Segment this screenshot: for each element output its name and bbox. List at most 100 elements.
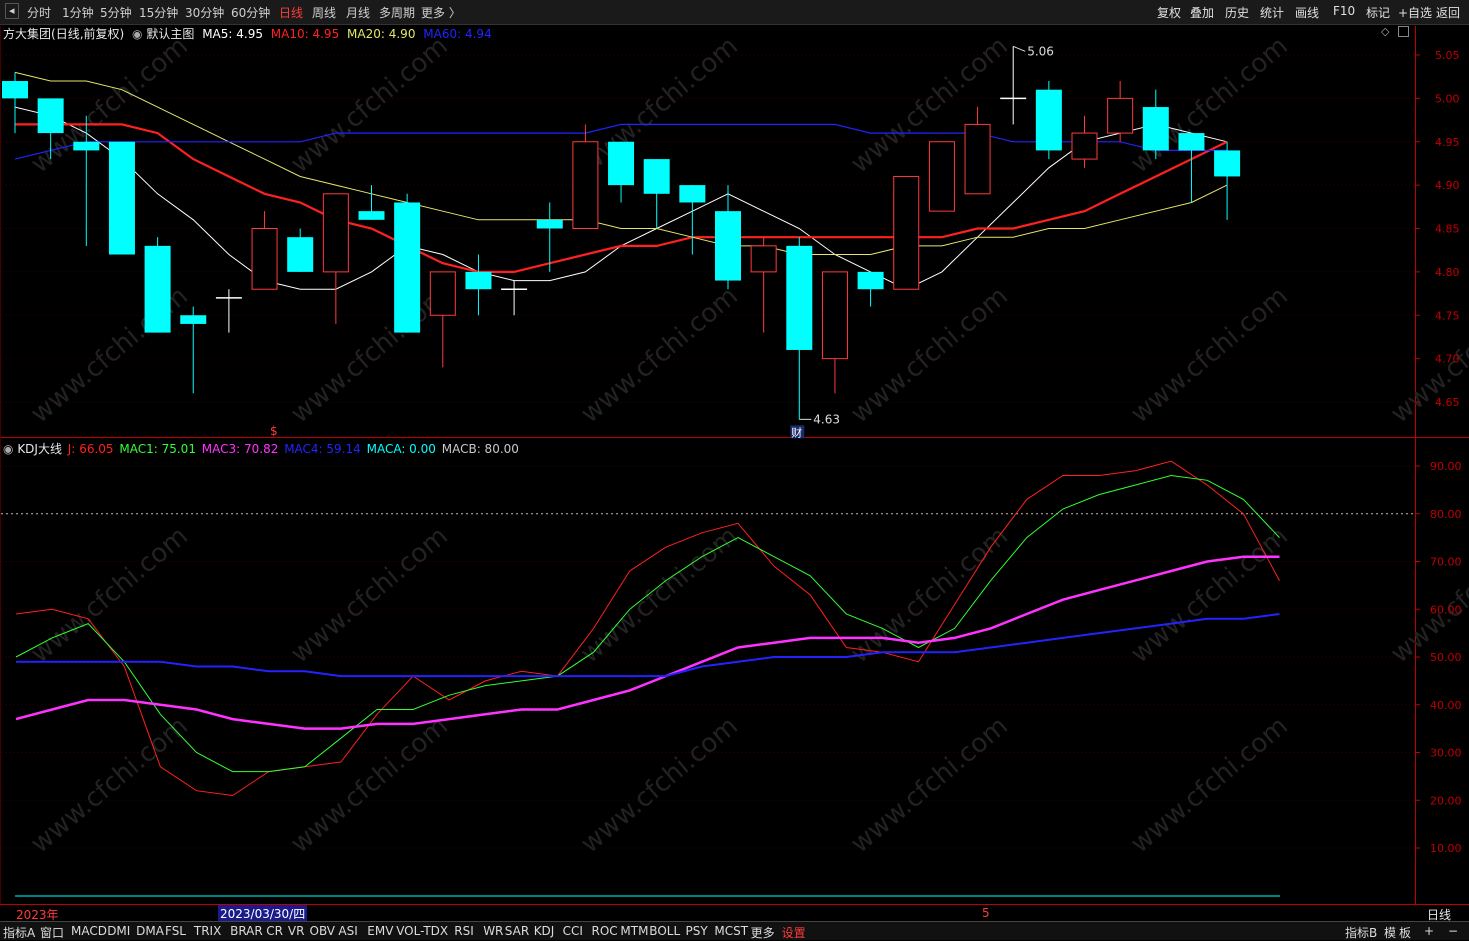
candle-body [144, 245, 171, 333]
indicator-tab-17[interactable]: CCI [563, 924, 583, 938]
period-tab-6[interactable]: 日线 [279, 4, 303, 21]
indicator-tab-5[interactable]: TRIX [194, 924, 221, 938]
toolbar-button-2[interactable]: 历史 [1225, 4, 1249, 21]
indicator-tab-23[interactable]: 更多 [751, 924, 775, 941]
indicator-a-tab[interactable]: 指标A [3, 924, 35, 941]
period-tab-8[interactable]: 月线 [346, 4, 370, 21]
candle-body [287, 237, 314, 272]
window-icon[interactable] [1398, 26, 1409, 37]
indicator-tab-8[interactable]: VR [288, 924, 305, 938]
period-tab-2[interactable]: 5分钟 [100, 4, 132, 21]
indicator-tab-3[interactable]: DMA [136, 924, 164, 938]
indicator-tab-15[interactable]: SAR [505, 924, 529, 938]
toolbar-button-7[interactable]: +自选 [1398, 4, 1432, 21]
watermark-14: www.cfchi.com [1125, 521, 1294, 669]
toolbar-button-1[interactable]: 叠加 [1190, 4, 1214, 21]
period-tab-4[interactable]: 30分钟 [185, 4, 224, 21]
indicator-tab-13[interactable]: RSI [454, 924, 474, 938]
candle-14 [501, 280, 528, 316]
main-tick-label-5: 4.90 [1435, 179, 1460, 192]
candle-body [715, 211, 741, 281]
candle-3 [108, 141, 135, 255]
candle-31 [1107, 81, 1134, 142]
settings-circle-icon[interactable]: ◉ [3, 442, 13, 456]
candle-body [679, 185, 706, 203]
indicator-tab-1[interactable]: MACD [71, 924, 107, 938]
ma5-value: MA5: 4.95 [202, 27, 263, 41]
high-label: 5.06 [1027, 44, 1054, 58]
candle-body [964, 123, 991, 195]
indicator-tab-21[interactable]: PSY [686, 924, 708, 938]
indicator-right-4[interactable]: − [1448, 924, 1458, 938]
toolbar-button-5[interactable]: F10 [1333, 4, 1355, 18]
settings-circle-icon[interactable]: ◉ [132, 27, 142, 41]
sub-tick-label-5: 60.00 [1430, 603, 1462, 616]
indicator-tab-2[interactable]: DMI [107, 924, 130, 938]
period-tab-5[interactable]: 60分钟 [231, 4, 270, 21]
candle-body [37, 98, 64, 134]
back-arrow-icon[interactable]: ◂ [5, 3, 19, 19]
indicator-tab-19[interactable]: MTM [620, 924, 648, 938]
left-border [0, 26, 1, 904]
candle-20 [715, 185, 741, 290]
candle-32 [1142, 89, 1169, 160]
indicator-name[interactable]: KDJ大线 [17, 442, 62, 456]
kdj-line-j [15, 460, 1280, 797]
period-tab-0[interactable]: 分时 [27, 4, 51, 21]
indicator-tab-18[interactable]: ROC [592, 924, 618, 938]
toolbar-button-3[interactable]: 统计 [1260, 4, 1284, 21]
period-tab-7[interactable]: 周线 [312, 4, 336, 21]
mac3-value: MAC3: 70.82 [201, 442, 279, 456]
candle-body [786, 245, 813, 350]
sub-tick-label-8: 90.00 [1430, 460, 1462, 473]
dollar-marker: $ [270, 424, 278, 438]
candle-22 [786, 237, 813, 420]
settings-tab[interactable]: 设置 [782, 924, 806, 941]
period-tab-9[interactable]: 多周期 [379, 4, 415, 21]
indicator-tab-22[interactable]: MCST [714, 924, 748, 938]
indicator-right-0[interactable]: 指标B [1345, 924, 1377, 941]
candle-body [750, 245, 777, 273]
candle-26 [928, 141, 955, 212]
indicator-tab-4[interactable]: FSL [165, 924, 186, 938]
toolbar-button-0[interactable]: 复权 [1157, 4, 1181, 21]
candle-23 [821, 271, 848, 394]
chart-frame [0, 26, 1469, 905]
candle-8 [287, 228, 314, 272]
indicator-tab-0[interactable]: 窗口 [40, 924, 64, 941]
indicator-tab-12[interactable]: VOL-TDX [396, 924, 448, 938]
watermark-4: www.cfchi.com [1125, 31, 1294, 179]
template-name[interactable]: 默认主图 [146, 27, 194, 41]
period-tab-3[interactable]: 15分钟 [139, 4, 178, 21]
toolbar-button-4[interactable]: 画线 [1295, 4, 1319, 21]
period-tab-10[interactable]: 更多 〉 [421, 4, 461, 21]
candle-body [108, 141, 135, 255]
indicator-tab-14[interactable]: WR [483, 924, 503, 938]
indicator-right-3[interactable]: + [1424, 924, 1434, 938]
high-arrow [1013, 45, 1026, 52]
diamond-icon[interactable]: ◇ [1381, 25, 1389, 38]
indicator-tab-11[interactable]: EMV [367, 924, 393, 938]
toolbar-button-8[interactable]: 返回 [1436, 4, 1460, 21]
maca-value: MACA: 0.00 [366, 442, 436, 456]
candle-29 [1035, 81, 1062, 160]
candle-body [1107, 97, 1134, 134]
indicator-tab-10[interactable]: ASI [338, 924, 357, 938]
indicator-tab-16[interactable]: KDJ [534, 924, 555, 938]
indicator-right-1[interactable]: 模 [1384, 924, 1396, 941]
stock-name[interactable]: 方大集团 [3, 27, 51, 41]
main-y-axis: 4.65 4.70 4.75 4.80 4.85 4.90 4.95 5.00 5.05 [1415, 49, 1460, 409]
candle-7 [251, 211, 278, 290]
indicator-tab-7[interactable]: CR [266, 924, 283, 938]
indicator-tab-6[interactable]: BRAR [230, 924, 263, 938]
candle-body [2, 81, 28, 99]
candle-body [322, 193, 349, 273]
candle-6 [215, 289, 242, 333]
candle-body [1178, 133, 1205, 151]
indicator-right-2[interactable]: 板 [1399, 924, 1411, 941]
indicator-tab-20[interactable]: BOLL [649, 924, 680, 938]
period-tab-1[interactable]: 1分钟 [62, 4, 94, 21]
indicator-tab-9[interactable]: OBV [310, 924, 336, 938]
kline-chart[interactable]: www.cfchi.com www.cfchi.com www.cfchi.com w… [0, 24, 1469, 921]
toolbar-button-6[interactable]: 标记 [1366, 4, 1390, 21]
